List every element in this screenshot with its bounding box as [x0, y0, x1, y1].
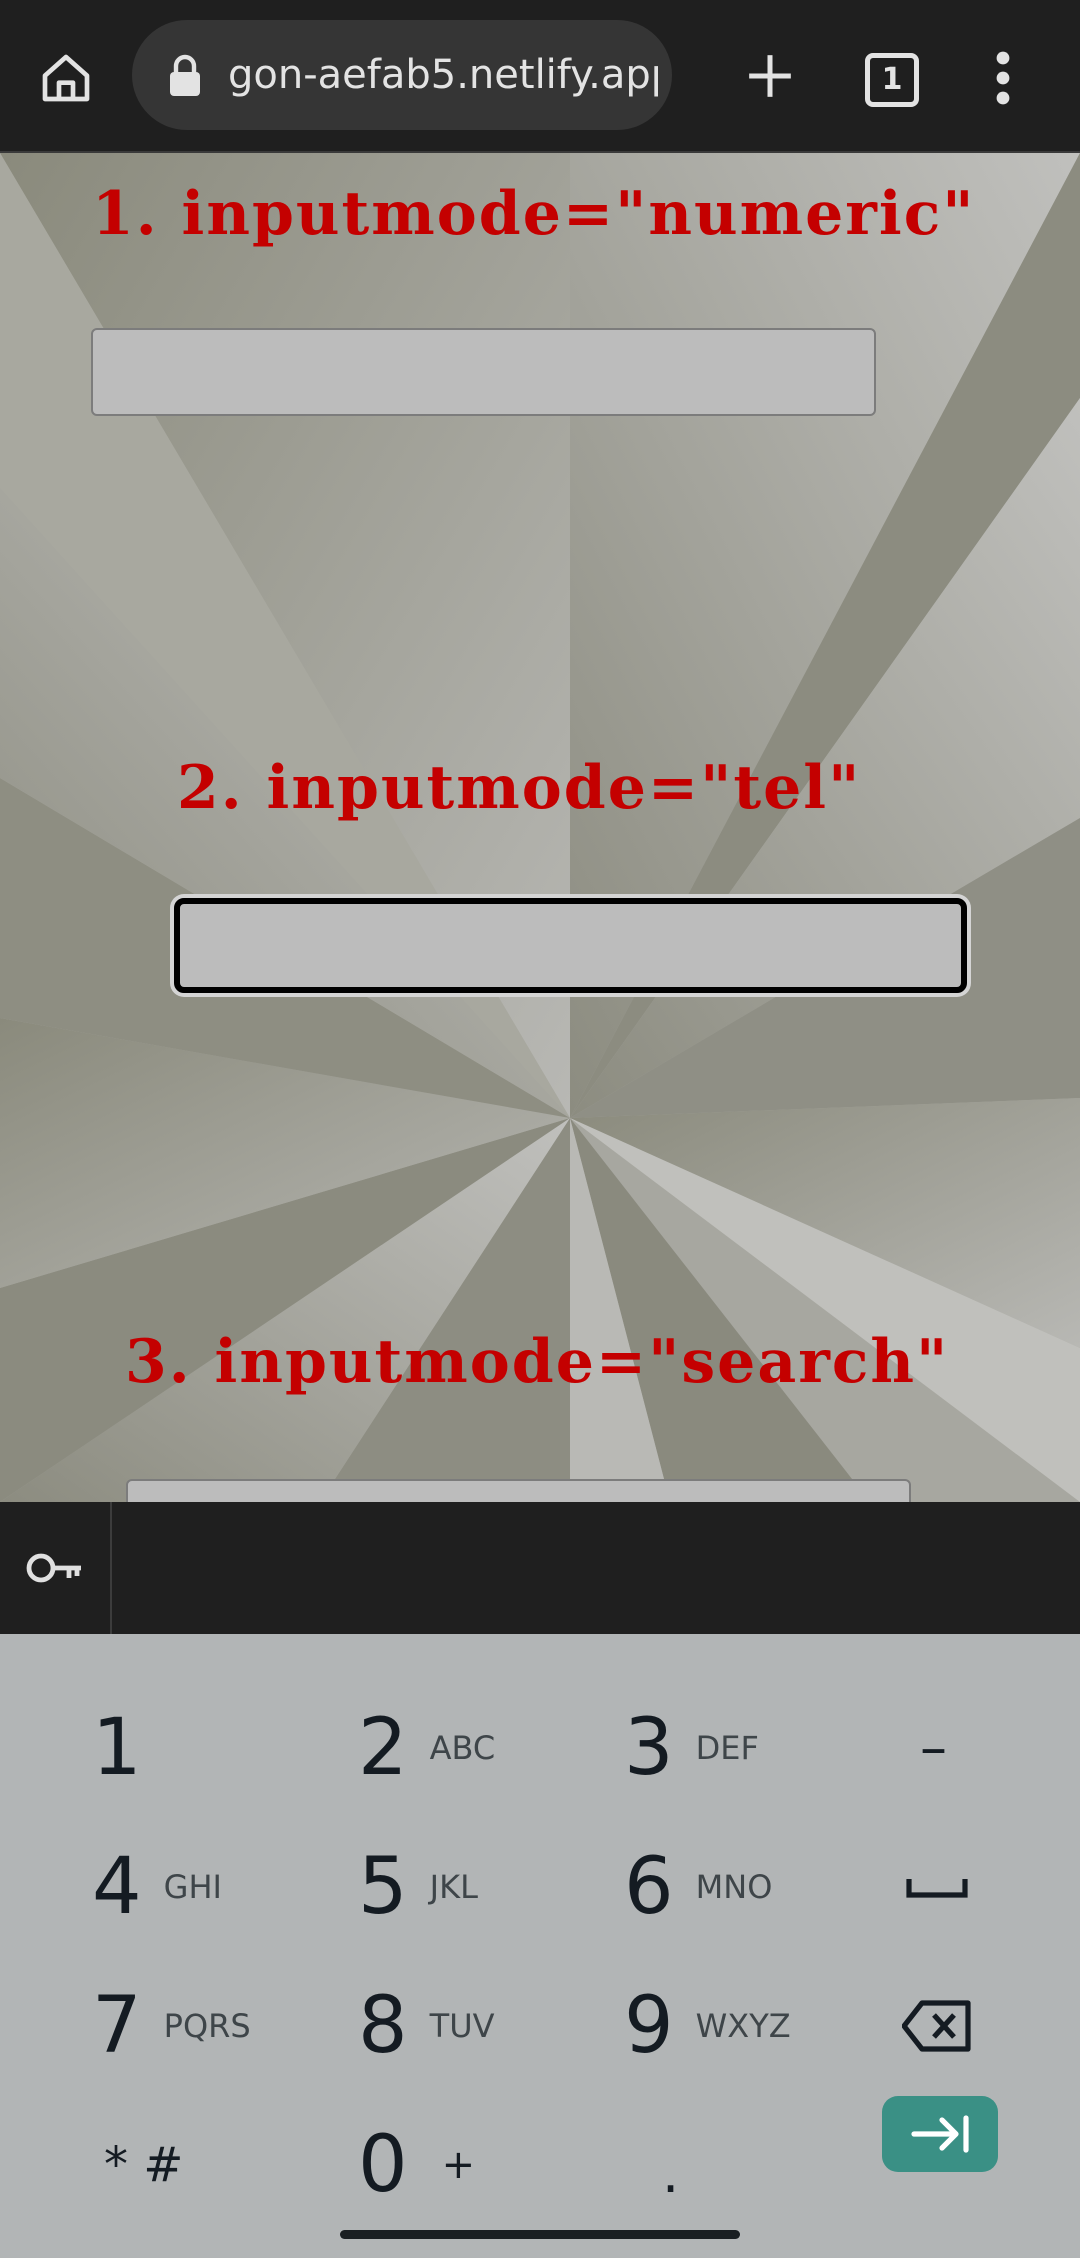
more-menu-icon[interactable]: [975, 40, 1031, 116]
key-digit: 0: [358, 2120, 408, 2210]
next-field-icon: [911, 2115, 969, 2153]
search-input[interactable]: [126, 1479, 911, 1502]
key-digit: 9: [624, 1981, 674, 2071]
backspace-icon[interactable]: [902, 1966, 972, 2086]
key-icon[interactable]: [0, 1502, 112, 1634]
key-digit: 3: [624, 1703, 674, 1793]
key-symbol: * #: [104, 2137, 184, 2193]
tab-switcher-icon[interactable]: 1: [856, 44, 928, 116]
home-icon[interactable]: [30, 42, 102, 114]
key-letters: MNO: [695, 1868, 773, 1906]
key-8[interactable]: 8 TUV: [358, 1966, 495, 2086]
key-9[interactable]: 9 WXYZ: [624, 1966, 791, 2086]
key-star-hash[interactable]: * #: [104, 2105, 183, 2225]
key-5[interactable]: 5 JKL: [358, 1827, 478, 1947]
key-2[interactable]: 2 ABC: [358, 1688, 495, 1808]
heading-search: 3. inputmode="search": [125, 1327, 950, 1397]
key-0[interactable]: 0 +: [358, 2105, 475, 2225]
url-text: gon-aefab5.netlify.app: [228, 52, 658, 98]
key-dash[interactable]: –: [920, 1688, 947, 1808]
key-7[interactable]: 7 PQRS: [92, 1966, 251, 2086]
key-letters: DEF: [695, 1729, 759, 1767]
key-3[interactable]: 3 DEF: [624, 1688, 759, 1808]
lock-icon: [168, 54, 202, 98]
key-6[interactable]: 6 MNO: [624, 1827, 772, 1947]
key-letters: WXYZ: [695, 2007, 791, 2045]
key-digit: 4: [92, 1842, 142, 1932]
web-page: 1. inputmode="numeric" 2. inputmode="tel…: [0, 153, 1080, 1502]
key-digit: 1: [92, 1703, 142, 1793]
key-digit: 5: [358, 1842, 408, 1932]
key-letters: TUV: [429, 2007, 495, 2045]
heading-tel: 2. inputmode="tel": [177, 753, 862, 823]
heading-numeric: 1. inputmode="numeric": [92, 179, 976, 249]
tel-input[interactable]: [174, 898, 967, 993]
key-digit: 2: [358, 1703, 408, 1793]
numeric-input[interactable]: [91, 328, 876, 416]
key-digit: 8: [358, 1981, 408, 2071]
key-period[interactable]: .: [662, 2114, 679, 2234]
dialpad-keyboard: 1 2 ABC 3 DEF – 4 GHI 5 JKL 6 MNO 7 PQRS…: [0, 1634, 1080, 2258]
key-letters: ABC: [429, 1729, 496, 1767]
key-symbol: –: [920, 1716, 947, 1779]
tab-count: 1: [865, 53, 919, 107]
key-letters: JKL: [429, 1868, 478, 1906]
key-1[interactable]: 1: [92, 1688, 142, 1808]
key-digit: 6: [624, 1842, 674, 1932]
key-4[interactable]: 4 GHI: [92, 1827, 222, 1947]
key-symbol: .: [662, 2142, 680, 2205]
address-bar[interactable]: gon-aefab5.netlify.app: [132, 20, 672, 130]
key-letters: GHI: [163, 1868, 222, 1906]
next-field-button[interactable]: [882, 2096, 998, 2172]
autofill-bar: [0, 1502, 1080, 1634]
key-letters: +: [441, 2142, 476, 2188]
key-letters: PQRS: [163, 2007, 251, 2045]
key-digit: 7: [92, 1981, 142, 2071]
gesture-nav-bar[interactable]: [340, 2230, 740, 2239]
browser-toolbar: gon-aefab5.netlify.app 1: [0, 0, 1080, 153]
new-tab-icon[interactable]: [730, 36, 810, 116]
space-icon[interactable]: [905, 1827, 969, 1947]
